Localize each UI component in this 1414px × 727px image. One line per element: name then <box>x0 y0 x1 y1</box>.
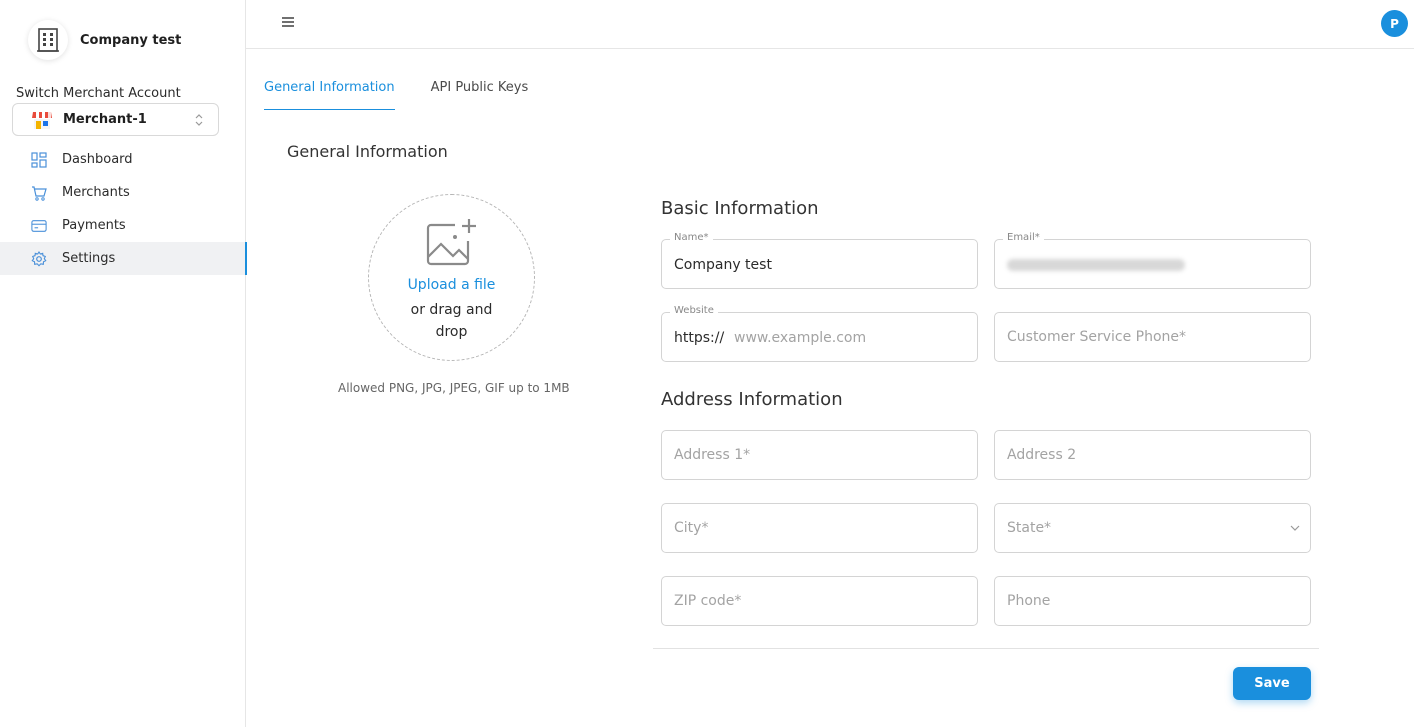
name-field-value: Company test <box>674 257 772 273</box>
phone-placeholder: Phone <box>1007 593 1051 609</box>
settings-tabs: General Information API Public Keys <box>264 80 564 110</box>
zip-placeholder: ZIP code* <box>674 593 742 609</box>
name-field[interactable]: Name* Company test <box>661 232 978 289</box>
save-button[interactable]: Save <box>1233 667 1311 700</box>
state-select[interactable]: State* <box>994 503 1311 553</box>
email-field[interactable]: Email* <box>994 232 1311 289</box>
company-logo <box>28 20 68 60</box>
logo-upload-dropzone[interactable]: Upload a file or drag and drop <box>368 194 535 361</box>
address1-placeholder: Address 1* <box>674 447 751 463</box>
name-field-label: Name* <box>670 232 713 243</box>
email-field-redacted-value <box>1007 259 1185 271</box>
customer-service-phone-placeholder: Customer Service Phone* <box>1007 329 1187 345</box>
sidebar-item-label: Dashboard <box>62 152 133 167</box>
city-field[interactable]: City* <box>661 503 978 553</box>
address-information-title: Address Information <box>661 389 843 410</box>
company-name: Company test <box>80 33 182 48</box>
chevron-down-icon <box>1290 525 1300 531</box>
tab-api-public-keys[interactable]: API Public Keys <box>431 80 529 110</box>
website-placeholder: www.example.com <box>734 330 867 346</box>
upload-hint: Allowed PNG, JPG, JPEG, GIF up to 1MB <box>338 381 570 395</box>
city-placeholder: City* <box>674 520 709 536</box>
sidebar-item-label: Merchants <box>62 185 130 200</box>
dashboard-icon <box>31 151 47 168</box>
state-placeholder: State* <box>1007 520 1052 536</box>
sidebar: Company test Switch Merchant Account Mer… <box>0 0 247 727</box>
website-prefix: https:// <box>674 330 725 346</box>
phone-field[interactable]: Phone <box>994 576 1311 626</box>
sidebar-item-label: Settings <box>62 251 116 266</box>
zip-field[interactable]: ZIP code* <box>661 576 978 626</box>
address1-field[interactable]: Address 1* <box>661 430 978 480</box>
building-icon <box>37 28 59 52</box>
image-add-icon <box>426 219 476 266</box>
cart-icon <box>31 185 47 201</box>
store-icon <box>32 111 52 129</box>
sidebar-item-dashboard[interactable]: Dashboard <box>0 143 246 176</box>
credit-card-icon <box>31 218 47 234</box>
sidebar-nav: Dashboard Merchants Payments Settings <box>0 143 247 275</box>
website-field-label: Website <box>670 305 718 316</box>
address2-field[interactable]: Address 2 <box>994 430 1311 480</box>
upload-file-link[interactable]: Upload a file <box>369 277 534 293</box>
customer-service-phone-field[interactable]: Customer Service Phone* <box>994 312 1311 362</box>
basic-information-title: Basic Information <box>661 198 819 219</box>
section-title: General Information <box>287 142 448 161</box>
website-field[interactable]: Website https:// www.example.com <box>661 305 978 362</box>
top-bar: P <box>246 0 1414 49</box>
switch-merchant-label: Switch Merchant Account <box>16 86 181 101</box>
address2-placeholder: Address 2 <box>1007 447 1077 463</box>
chevron-up-down-icon <box>195 114 203 126</box>
form-divider <box>653 648 1319 649</box>
sidebar-item-label: Payments <box>62 218 126 233</box>
sidebar-item-payments[interactable]: Payments <box>0 209 246 242</box>
tab-general-information[interactable]: General Information <box>264 80 395 110</box>
upload-drag-text: or drag and drop <box>410 302 493 340</box>
email-field-label: Email* <box>1003 232 1044 243</box>
sidebar-item-settings[interactable]: Settings <box>0 242 247 275</box>
gear-icon <box>31 250 47 267</box>
merchant-select[interactable]: Merchant-1 <box>12 103 219 136</box>
merchant-select-value: Merchant-1 <box>63 112 147 127</box>
sidebar-item-merchants[interactable]: Merchants <box>0 176 246 209</box>
user-avatar[interactable]: P <box>1381 10 1408 37</box>
hamburger-menu-icon[interactable] <box>282 17 294 27</box>
